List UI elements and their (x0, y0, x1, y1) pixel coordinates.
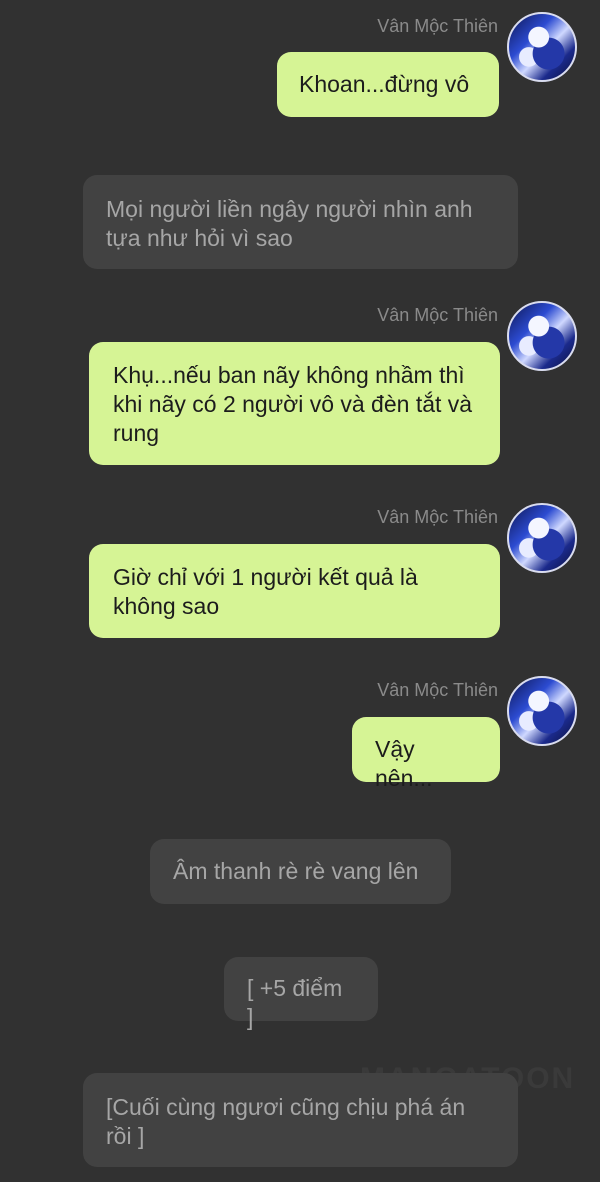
message-text: Khoan...đừng vô (299, 71, 470, 97)
chat-bubble-user: Khoan...đừng vô (277, 52, 499, 117)
message-text: Giờ chỉ với 1 người kết quả là không sao (113, 564, 418, 619)
points-text: [ +5 điểm ] (247, 975, 343, 1030)
message-text: Âm thanh rè rè vang lên (173, 858, 419, 884)
message-text: [Cuối cùng ngươi cũng chịu phá án rồi ] (106, 1094, 466, 1149)
chat-bubble-user: Vậy nên... (352, 717, 500, 791)
chat-bubble-narration: Mọi người liền ngây người nhìn anh tựa n… (83, 175, 518, 269)
sender-name: Vân Mộc Thiên (377, 680, 498, 700)
avatar-icon[interactable] (507, 676, 577, 746)
chat-bubble-user: Khụ...nếu ban nãy không nhầm thì khi nãy… (89, 342, 500, 465)
sender-name: Vân Mộc Thiên (377, 16, 498, 36)
chat-bubble-narration: [Cuối cùng ngươi cũng chịu phá án rồi ] (83, 1073, 518, 1167)
chat-bubble-narration: [ +5 điểm ] (224, 957, 378, 1030)
message-text: Vậy nên... (375, 736, 433, 791)
message-text: Mọi người liền ngây người nhìn anh tựa n… (106, 196, 473, 251)
sender-name: Vân Mộc Thiên (377, 305, 498, 325)
chat-bubble-narration: Âm thanh rè rè vang lên (150, 839, 451, 904)
message-text: Khụ...nếu ban nãy không nhầm thì khi nãy… (113, 362, 473, 446)
avatar-icon[interactable] (507, 301, 577, 371)
chat-bubble-user: Giờ chỉ với 1 người kết quả là không sao (89, 544, 500, 638)
sender-name: Vân Mộc Thiên (377, 507, 498, 527)
avatar-icon[interactable] (507, 12, 577, 82)
avatar-icon[interactable] (507, 503, 577, 573)
